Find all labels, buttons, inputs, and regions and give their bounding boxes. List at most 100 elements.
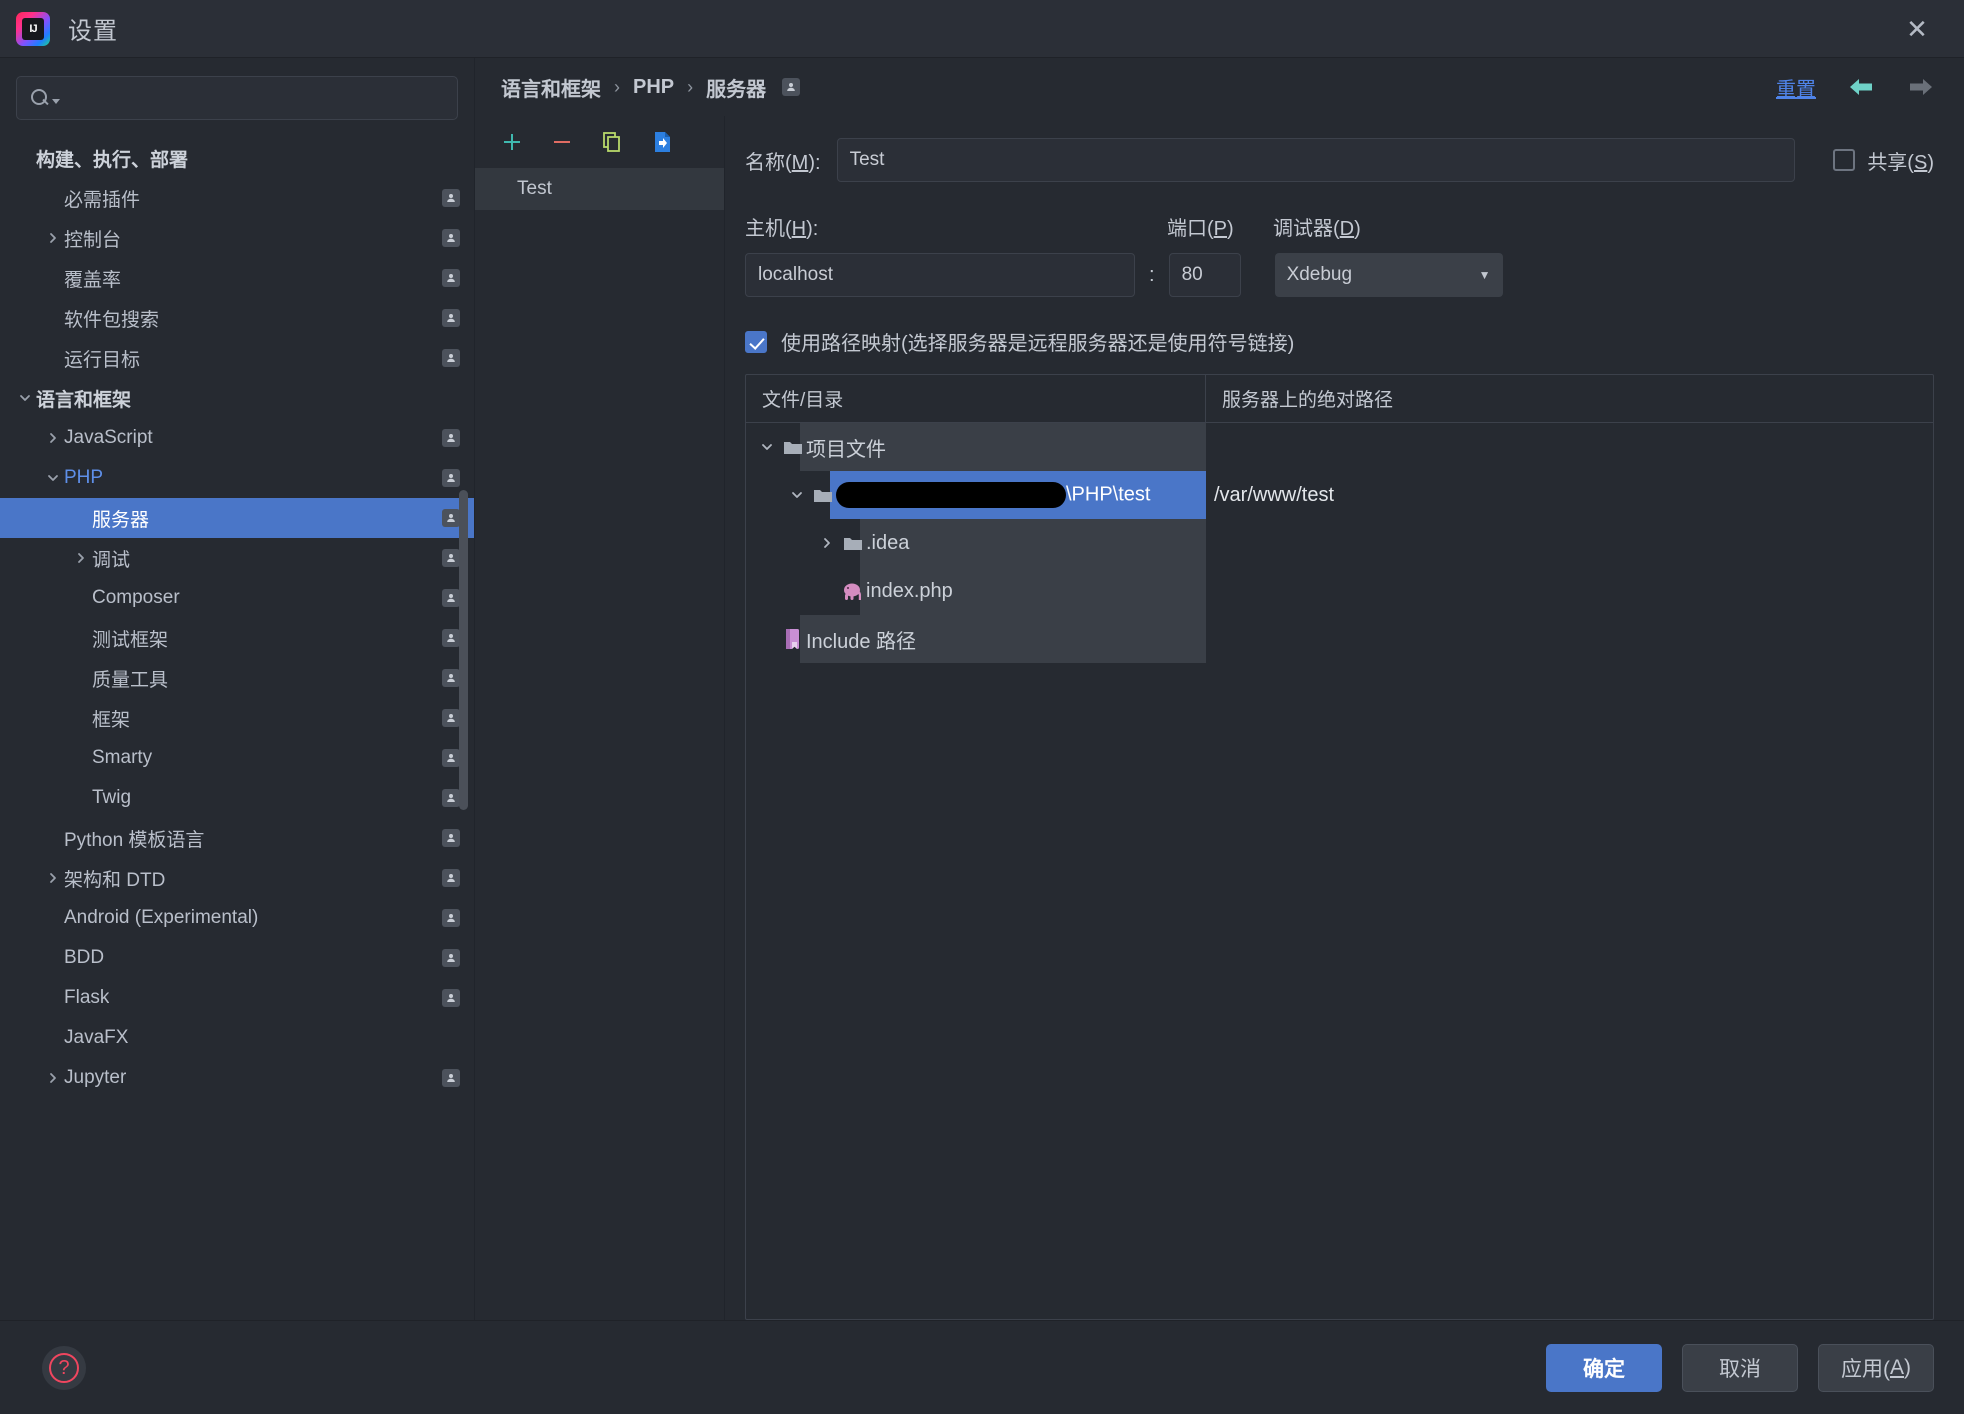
add-server-button[interactable] xyxy=(499,129,525,155)
chevron-right-icon[interactable] xyxy=(70,551,92,565)
chevron-right-icon[interactable] xyxy=(42,871,64,885)
path-mappings-table: 文件/目录 服务器上的绝对路径 项目文件\PHP\test/var/www/te… xyxy=(745,374,1934,1320)
chevron-right-icon[interactable] xyxy=(42,1071,64,1085)
table-cell-file[interactable]: 项目文件 xyxy=(746,423,1206,471)
name-label: 名称(M): xyxy=(745,146,821,175)
sidebar-item-21[interactable]: Flask xyxy=(0,978,474,1018)
sidebar-item-6[interactable]: 语言和框架 xyxy=(0,378,474,418)
project-scope-icon xyxy=(442,829,460,847)
copy-server-button[interactable] xyxy=(599,129,625,155)
sidebar-item-5[interactable]: 运行目标 xyxy=(0,338,474,378)
sidebar-item-label: PHP xyxy=(64,467,103,489)
remove-server-button[interactable] xyxy=(549,129,575,155)
table-row[interactable]: index.php xyxy=(746,567,1933,615)
sidebar-item-10[interactable]: 调试 xyxy=(0,538,474,578)
port-label: 端口(P) xyxy=(1167,212,1239,241)
sidebar-item-1[interactable]: 必需插件 xyxy=(0,178,474,218)
table-cell-file[interactable]: \PHP\test xyxy=(746,471,1206,519)
table-row[interactable]: \PHP\test/var/www/test xyxy=(746,471,1933,519)
sidebar-item-7[interactable]: JavaScript xyxy=(0,418,474,458)
table-cell-server-path[interactable] xyxy=(1206,615,1933,663)
sidebar-item-label: Composer xyxy=(92,587,180,609)
sidebar-scrollbar[interactable] xyxy=(459,490,468,810)
sidebar-item-18[interactable]: 架构和 DTD xyxy=(0,858,474,898)
name-input[interactable] xyxy=(837,138,1796,182)
project-scope-icon xyxy=(442,269,460,287)
back-arrow-icon[interactable] xyxy=(1846,74,1876,100)
file-name: \PHP\test xyxy=(836,482,1150,508)
close-icon[interactable]: ✕ xyxy=(1900,12,1934,46)
table-cell-file[interactable]: Include 路径 xyxy=(746,615,1206,663)
sidebar-item-23[interactable]: Jupyter xyxy=(0,1058,474,1098)
sidebar-item-14[interactable]: 框架 xyxy=(0,698,474,738)
reset-link[interactable]: 重置 xyxy=(1776,73,1816,102)
search-input[interactable] xyxy=(60,88,445,108)
sidebar-item-22[interactable]: JavaFX xyxy=(0,1018,474,1058)
project-scope-icon xyxy=(442,509,460,527)
breadcrumb-item-servers[interactable]: 服务器 xyxy=(706,73,766,102)
project-scope-icon xyxy=(442,709,460,727)
table-cell-file[interactable]: index.php xyxy=(746,567,1206,615)
sidebar-item-16[interactable]: Twig xyxy=(0,778,474,818)
sidebar-item-2[interactable]: 控制台 xyxy=(0,218,474,258)
table-body[interactable]: 项目文件\PHP\test/var/www/test.ideaindex.php… xyxy=(746,423,1933,1319)
sidebar-item-11[interactable]: Composer xyxy=(0,578,474,618)
use-path-mappings-checkbox[interactable] xyxy=(745,331,767,353)
dialog-footer: ? 确定 取消 应用(A) xyxy=(0,1320,1964,1414)
import-server-button[interactable] xyxy=(649,129,675,155)
table-cell-server-path[interactable] xyxy=(1206,423,1933,471)
chevron-down-icon[interactable] xyxy=(42,471,64,485)
sidebar-item-0[interactable]: 构建、执行、部署 xyxy=(0,138,474,178)
help-icon[interactable]: ? xyxy=(42,1346,86,1390)
sidebar-item-4[interactable]: 软件包搜索 xyxy=(0,298,474,338)
column-header-file[interactable]: 文件/目录 xyxy=(746,375,1206,422)
include-path-icon xyxy=(780,628,806,650)
table-cell-server-path[interactable]: /var/www/test xyxy=(1206,471,1933,519)
server-list[interactable]: Test xyxy=(475,168,724,1320)
table-cell-server-path[interactable] xyxy=(1206,567,1933,615)
table-row[interactable]: Include 路径 xyxy=(746,615,1933,663)
breadcrumb-item-languages[interactable]: 语言和框架 xyxy=(501,73,601,102)
path-mapping-checkbox-row[interactable]: 使用路径映射(选择服务器是远程服务器还是使用符号链接) xyxy=(745,327,1934,356)
project-scope-icon xyxy=(442,189,460,207)
column-header-path[interactable]: 服务器上的绝对路径 xyxy=(1206,375,1933,422)
share-checkbox-row[interactable]: 共享(S) xyxy=(1833,146,1934,175)
share-checkbox[interactable] xyxy=(1833,149,1855,171)
chevron-right-icon[interactable] xyxy=(42,431,64,445)
chevron-down-icon[interactable] xyxy=(754,440,780,454)
server-list-item[interactable]: Test xyxy=(475,168,724,210)
forward-arrow-icon[interactable] xyxy=(1906,74,1936,100)
ok-button[interactable]: 确定 xyxy=(1546,1344,1662,1392)
file-name: .idea xyxy=(866,532,909,555)
chevron-down-icon[interactable] xyxy=(14,391,36,405)
sidebar-item-9[interactable]: 服务器 xyxy=(0,498,474,538)
table-cell-server-path[interactable] xyxy=(1206,519,1933,567)
table-row[interactable]: .idea xyxy=(746,519,1933,567)
host-input[interactable] xyxy=(745,253,1135,297)
sidebar-item-12[interactable]: 测试框架 xyxy=(0,618,474,658)
cancel-button[interactable]: 取消 xyxy=(1682,1344,1798,1392)
sidebar-item-3[interactable]: 覆盖率 xyxy=(0,258,474,298)
sidebar-item-15[interactable]: Smarty xyxy=(0,738,474,778)
breadcrumb-item-php[interactable]: PHP xyxy=(633,76,674,99)
debugger-label: 调试器(D) xyxy=(1273,212,1361,241)
sidebar-item-13[interactable]: 质量工具 xyxy=(0,658,474,698)
search-box[interactable] xyxy=(16,76,458,120)
chevron-down-icon[interactable] xyxy=(784,488,810,502)
table-cell-file[interactable]: .idea xyxy=(746,519,1206,567)
port-input[interactable] xyxy=(1169,253,1241,297)
file-name: Include 路径 xyxy=(806,625,916,654)
server-detail-form: 名称(M): 共享(S) 主机(H): 端口(P) 调试器(D) xyxy=(725,116,1964,1320)
apply-button[interactable]: 应用(A) xyxy=(1818,1344,1934,1392)
sidebar-item-label: Smarty xyxy=(92,747,152,769)
chevron-right-icon[interactable] xyxy=(814,536,840,550)
sidebar-item-17[interactable]: Python 模板语言 xyxy=(0,818,474,858)
settings-tree[interactable]: 构建、执行、部署必需插件控制台覆盖率软件包搜索运行目标语言和框架JavaScri… xyxy=(0,130,474,1320)
sidebar-item-20[interactable]: BDD xyxy=(0,938,474,978)
sidebar-item-19[interactable]: Android (Experimental) xyxy=(0,898,474,938)
debugger-select[interactable]: Xdebug ▼ xyxy=(1275,253,1503,297)
sidebar-item-8[interactable]: PHP xyxy=(0,458,474,498)
chevron-right-icon[interactable] xyxy=(42,231,64,245)
table-row[interactable]: 项目文件 xyxy=(746,423,1933,471)
php-elephant-icon xyxy=(840,581,866,601)
